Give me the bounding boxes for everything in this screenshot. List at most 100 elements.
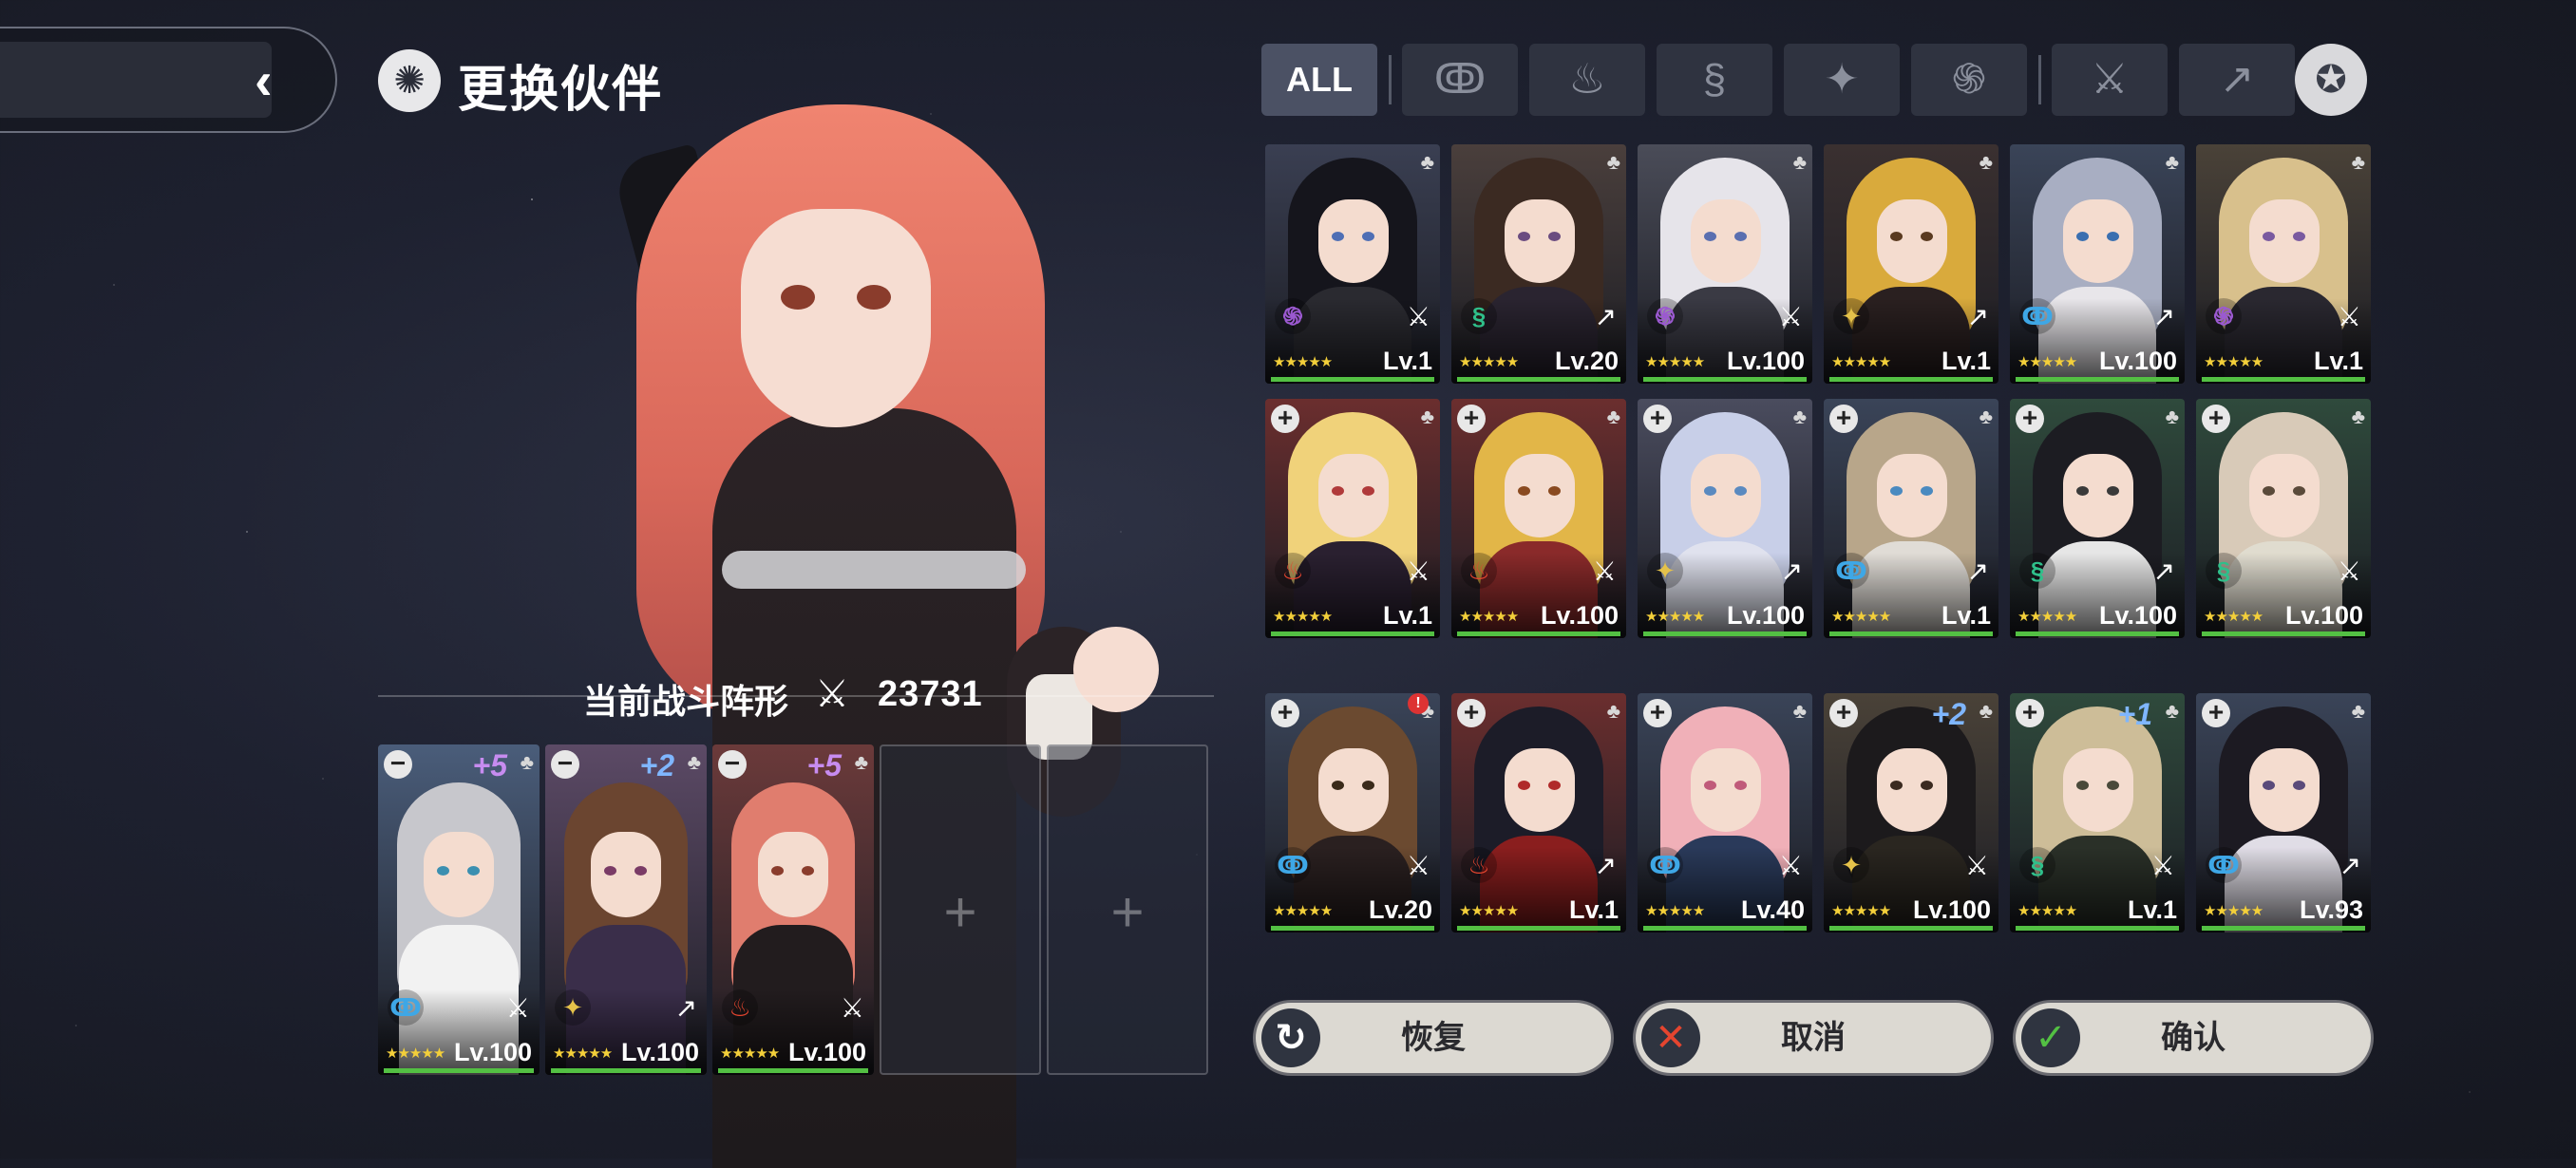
sword-class-icon: ⚔ bbox=[2150, 851, 2175, 880]
character-level: Lv.100 bbox=[2098, 601, 2177, 630]
character-eye bbox=[1518, 232, 1530, 241]
add-to-team-button[interactable]: + bbox=[1643, 405, 1672, 433]
roster-character-card[interactable]: ♣ ↂ ⚔ ★★★★★ Lv.20 +! bbox=[1265, 693, 1440, 933]
clover-icon: ♣ bbox=[2351, 150, 2365, 174]
filter-water-icon[interactable]: ↂ bbox=[1402, 44, 1518, 116]
roster-character-card[interactable]: ♣ ֍ ⚔ ★★★★★ Lv.1 bbox=[2196, 144, 2371, 384]
remove-member-button[interactable]: − bbox=[384, 750, 412, 779]
enhancement-badge: +1 bbox=[2117, 697, 2152, 731]
filter-light-icon[interactable]: ✦ bbox=[1784, 44, 1900, 116]
roster-character-card[interactable]: ♣ ✦ ↗ ★★★★★ Lv.100 + bbox=[1638, 399, 1812, 638]
exp-bar bbox=[2016, 631, 2179, 636]
cancel-button[interactable]: ✕ 取消 bbox=[1636, 1003, 1991, 1073]
roster-character-card[interactable]: ♣ ↂ ⚔ ★★★★★ Lv.40 + bbox=[1638, 693, 1812, 933]
character-eye bbox=[2263, 232, 2275, 241]
add-to-team-button[interactable]: + bbox=[1271, 699, 1299, 727]
character-eye bbox=[802, 866, 814, 876]
reset-button[interactable]: ↻ 恢复 bbox=[1256, 1003, 1611, 1073]
enhancement-badge: +2 bbox=[639, 748, 674, 782]
character-eye bbox=[1332, 232, 1344, 241]
filter-wind-icon[interactable]: § bbox=[1657, 44, 1772, 116]
back-button[interactable]: ‹ bbox=[0, 27, 337, 133]
filter-dark-icon[interactable]: ֍ bbox=[1911, 44, 2027, 116]
sword-class-icon: ⚔ bbox=[1406, 302, 1430, 331]
roster-character-card[interactable]: ♣ ♨ ↗ ★★★★★ Lv.1 + bbox=[1451, 693, 1626, 933]
exp-bar bbox=[1271, 377, 1434, 382]
clover-icon: ♣ bbox=[1792, 699, 1807, 723]
filter-sword-icon[interactable]: ⚔ bbox=[2052, 44, 2168, 116]
character-eye bbox=[1548, 781, 1561, 790]
empty-team-slot[interactable]: + bbox=[1047, 744, 1208, 1075]
dark-element-icon: ֍ bbox=[1647, 298, 1683, 334]
add-to-team-button[interactable]: + bbox=[2016, 405, 2044, 433]
clover-icon: ♣ bbox=[1979, 150, 1993, 174]
water-element-icon: ↂ bbox=[1833, 553, 1869, 589]
confirm-button[interactable]: ✓ 确认 bbox=[2016, 1003, 2371, 1073]
character-level: Lv.1 bbox=[1382, 601, 1432, 630]
add-to-team-button[interactable]: + bbox=[2016, 699, 2044, 727]
character-level: Lv.100 bbox=[2284, 601, 2363, 630]
character-eye bbox=[1890, 486, 1903, 496]
add-to-team-button[interactable]: + bbox=[2202, 699, 2230, 727]
clover-icon: ♣ bbox=[2165, 699, 2179, 723]
add-to-team-button[interactable]: + bbox=[1829, 699, 1858, 727]
enhancement-badge: +2 bbox=[1931, 697, 1966, 731]
character-eye bbox=[1704, 232, 1716, 241]
filter-all-tab[interactable]: ALL bbox=[1261, 44, 1377, 116]
filter-lance-icon[interactable]: ↗ bbox=[2179, 44, 2295, 116]
roster-character-card[interactable]: ♣ ֍ ⚔ ★★★★★ Lv.100 bbox=[1638, 144, 1812, 384]
character-face bbox=[591, 832, 661, 917]
plus-icon: + bbox=[943, 880, 977, 944]
clover-icon: ♣ bbox=[1420, 405, 1434, 428]
team-member-card[interactable]: ♣ ♨ ⚔ ★★★★★ Lv.100− +5 bbox=[712, 744, 874, 1075]
roster-character-card[interactable]: ♣ ↂ ↗ ★★★★★ Lv.100 bbox=[2010, 144, 2185, 384]
exp-bar bbox=[1457, 377, 1620, 382]
filter-fire-icon[interactable]: ♨ bbox=[1529, 44, 1645, 116]
add-to-team-button[interactable]: + bbox=[1829, 405, 1858, 433]
roster-character-card[interactable]: ♣ § ⚔ ★★★★★ Lv.100 + bbox=[2196, 399, 2371, 638]
roster-character-card[interactable]: ♣ ♨ ⚔ ★★★★★ Lv.1 + bbox=[1265, 399, 1440, 638]
hero-face bbox=[741, 209, 931, 427]
roster-character-card[interactable]: ♣ § ↗ ★★★★★ Lv.20 bbox=[1451, 144, 1626, 384]
roster-character-card[interactable]: ♣ § ↗ ★★★★★ Lv.100 + bbox=[2010, 399, 2185, 638]
roster-character-card[interactable]: ♣ § ⚔ ★★★★★ Lv.1 + +1 bbox=[2010, 693, 2185, 933]
roster-character-card[interactable]: ♣ ✦ ↗ ★★★★★ Lv.1 bbox=[1824, 144, 1998, 384]
crossed-swords-icon: ⚔ bbox=[815, 673, 849, 715]
filter-medal-icon[interactable]: ✪ bbox=[2295, 44, 2367, 116]
character-level: Lv.100 bbox=[2098, 347, 2177, 375]
roster-character-card[interactable]: ♣ ✦ ⚔ ★★★★★ Lv.100 + +2 bbox=[1824, 693, 1998, 933]
character-eye bbox=[1548, 486, 1561, 496]
add-to-team-button[interactable]: + bbox=[1643, 699, 1672, 727]
team-member-card[interactable]: ♣ ↂ ⚔ ★★★★★ Lv.100− +5 bbox=[378, 744, 540, 1075]
character-eye bbox=[1518, 486, 1530, 496]
lance-class-icon: ↗ bbox=[1966, 556, 1989, 586]
remove-member-button[interactable]: − bbox=[718, 750, 747, 779]
character-level: Lv.100 bbox=[1540, 601, 1619, 630]
roster-character-card[interactable]: ♣ ֍ ⚔ ★★★★★ Lv.1 bbox=[1265, 144, 1440, 384]
character-eye bbox=[1362, 486, 1374, 496]
add-to-team-button[interactable]: + bbox=[2202, 405, 2230, 433]
clover-icon: ♣ bbox=[1606, 150, 1620, 174]
remove-member-button[interactable]: − bbox=[551, 750, 579, 779]
fire-element-icon: ♨ bbox=[1275, 553, 1311, 589]
add-to-team-button[interactable]: + bbox=[1457, 699, 1486, 727]
roster-character-card[interactable]: ♣ ↂ ↗ ★★★★★ Lv.1 + bbox=[1824, 399, 1998, 638]
roster-character-card[interactable]: ♣ ♨ ⚔ ★★★★★ Lv.100 + bbox=[1451, 399, 1626, 638]
exp-bar bbox=[1457, 926, 1620, 931]
add-to-team-button[interactable]: + bbox=[1271, 405, 1299, 433]
dark-element-icon: ֍ bbox=[2206, 298, 2242, 334]
character-face bbox=[758, 832, 828, 917]
character-eye bbox=[2293, 232, 2305, 241]
roster-character-card[interactable]: ♣ ↂ ↗ ★★★★★ Lv.93 + bbox=[2196, 693, 2371, 933]
team-member-card[interactable]: ♣ ✦ ↗ ★★★★★ Lv.100− +2 bbox=[545, 744, 707, 1075]
light-element-icon: ✦ bbox=[555, 989, 591, 1026]
add-to-team-button[interactable]: + bbox=[1457, 405, 1486, 433]
exp-bar bbox=[1643, 926, 1807, 931]
character-face bbox=[1318, 199, 1389, 283]
empty-team-slot[interactable]: + bbox=[880, 744, 1041, 1075]
character-face bbox=[2063, 748, 2133, 832]
sword-class-icon: ⚔ bbox=[1406, 556, 1430, 586]
wind-element-icon: § bbox=[1461, 298, 1497, 334]
character-level: Lv.100 bbox=[787, 1038, 866, 1066]
character-eye bbox=[1704, 486, 1716, 496]
